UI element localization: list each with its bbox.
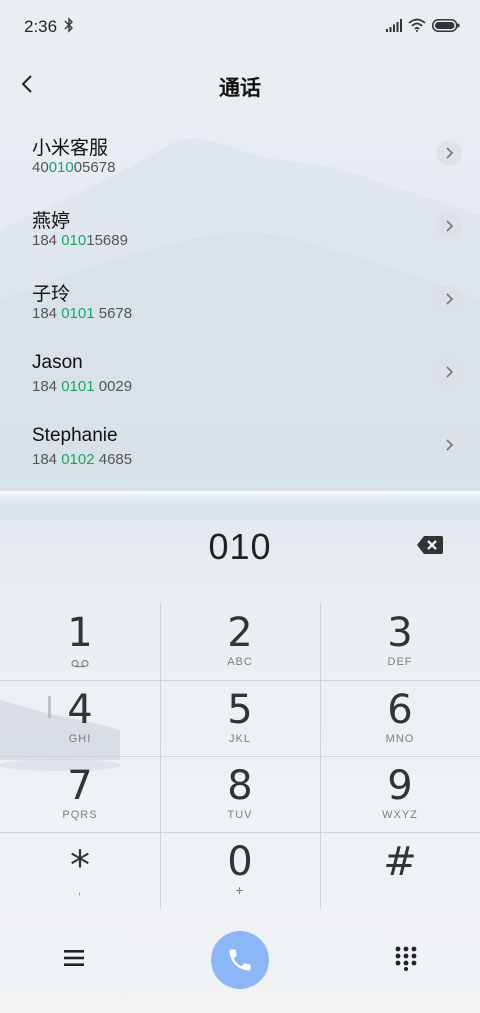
key-letters: DEF <box>387 656 413 668</box>
key-letters: WXYZ <box>382 809 418 821</box>
contact-name: 燕婷 <box>32 211 71 232</box>
key-digit: 2 <box>227 610 253 656</box>
key-digit: 8 <box>227 763 253 809</box>
key-3[interactable]: 3 DEF <box>320 603 480 679</box>
chevron-right-icon <box>446 439 454 451</box>
contact-item[interactable]: Stephanie 184 0102 4685 <box>0 414 480 487</box>
key-9[interactable]: 9 WXYZ <box>320 756 480 832</box>
bluetooth-icon <box>64 17 73 33</box>
dial-display: 010 <box>0 522 480 574</box>
status-bar: 2:36 <box>0 0 480 52</box>
key-star[interactable]: * , <box>0 832 160 908</box>
contact-number: 184 0102 4685 <box>32 451 133 468</box>
contact-item[interactable]: 小米客服 4001005678 <box>0 122 480 195</box>
key-1[interactable]: 1 <box>0 603 160 679</box>
key-letters: PQRS <box>62 809 98 821</box>
key-5[interactable]: 5 JKL <box>160 680 320 756</box>
contact-detail-button[interactable] <box>436 140 462 166</box>
bottom-action-bar <box>0 928 480 992</box>
key-digit: * <box>70 843 90 889</box>
contact-name: Jason <box>32 352 83 373</box>
voicemail-icon <box>71 659 89 668</box>
key-letters: ABC <box>227 656 253 668</box>
key-6[interactable]: 6 MNO <box>320 680 480 756</box>
key-digit: 7 <box>67 763 93 809</box>
key-7[interactable]: 7 PQRS <box>0 756 160 832</box>
phone-icon <box>229 949 251 971</box>
contact-list: 小米客服 4001005678 燕婷 184 01015689 子玲 184 0… <box>0 122 480 490</box>
key-4[interactable]: 4 GHI <box>0 680 160 756</box>
contact-detail-button[interactable] <box>436 432 462 458</box>
contact-item[interactable]: Jason 184 0101 0029 <box>0 341 480 414</box>
chevron-right-icon <box>446 220 454 232</box>
chevron-right-icon <box>446 366 454 378</box>
key-letters: MNO <box>385 733 415 745</box>
battery-icon <box>432 19 460 32</box>
key-digit: 3 <box>387 610 413 656</box>
contact-name: 子玲 <box>32 284 71 305</box>
status-time: 2:36 <box>24 17 58 36</box>
dialpad: 1 2 ABC 3 DEF 4 GHI 5 JKL 6 MNO 7 PQRS 8… <box>0 603 480 908</box>
signal-icon <box>386 19 402 32</box>
header: 通话 <box>0 60 480 108</box>
contact-name: 小米客服 <box>32 138 109 159</box>
key-digit: 4 <box>67 687 93 733</box>
key-letters: + <box>235 882 245 898</box>
key-letters: TUV <box>227 809 253 821</box>
key-digit: 5 <box>227 687 253 733</box>
key-letters: JKL <box>229 733 251 745</box>
key-digit: 6 <box>387 687 413 733</box>
page-title: 通话 <box>219 77 261 100</box>
key-hash[interactable]: # <box>320 832 480 908</box>
key-digit: 9 <box>387 763 413 809</box>
backspace-icon[interactable] <box>416 534 444 556</box>
contact-number: 184 0101 0029 <box>32 378 133 395</box>
key-letters: , <box>77 885 83 897</box>
key-digit: 0 <box>227 839 253 885</box>
key-letters: GHI <box>68 733 92 745</box>
key-0[interactable]: 0 + <box>160 832 320 908</box>
contact-number: 184 0101 5678 <box>32 305 133 322</box>
contact-number: 4001005678 <box>32 159 116 176</box>
contact-detail-button[interactable] <box>436 359 462 385</box>
wifi-icon <box>408 18 426 32</box>
menu-icon[interactable] <box>62 946 86 970</box>
contact-item[interactable]: 燕婷 184 01015689 <box>0 195 480 268</box>
dialed-number: 010 <box>208 526 272 567</box>
list-fade <box>0 491 480 505</box>
chevron-right-icon <box>446 293 454 305</box>
chevron-right-icon <box>446 147 454 159</box>
contact-name: Stephanie <box>32 425 118 446</box>
call-button[interactable] <box>211 931 269 989</box>
contact-detail-button[interactable] <box>436 286 462 312</box>
key-digit: 1 <box>67 610 93 656</box>
key-2[interactable]: 2 ABC <box>160 603 320 679</box>
contact-detail-button[interactable] <box>436 213 462 239</box>
contact-number: 184 01015689 <box>32 232 128 249</box>
key-8[interactable]: 8 TUV <box>160 756 320 832</box>
contact-item[interactable]: 子玲 184 0101 5678 <box>0 268 480 341</box>
key-digit: # <box>383 839 417 885</box>
dialpad-icon[interactable] <box>394 945 418 971</box>
